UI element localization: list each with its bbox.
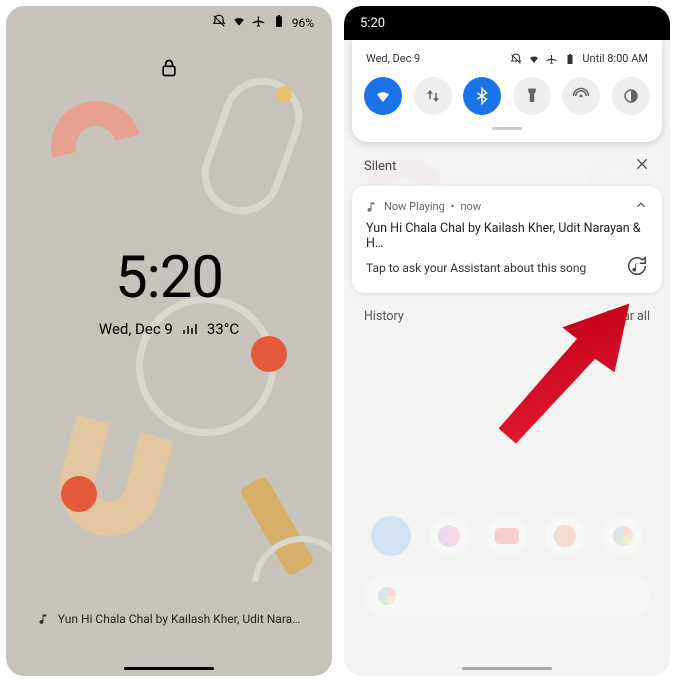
history-button[interactable]: History — [364, 309, 404, 324]
now-playing-text: Yun Hi Chala Chal by Kailash Kher, Udit … — [58, 612, 300, 626]
notif-separator: • — [451, 200, 455, 213]
dnd-icon — [510, 53, 522, 65]
now-playing-chip[interactable]: Yun Hi Chala Chal by Kailash Kher, Udit … — [6, 612, 332, 626]
wifi-toggle[interactable] — [364, 77, 402, 115]
status-bar: 96% — [6, 14, 332, 31]
mobile-data-toggle[interactable] — [414, 77, 452, 115]
clock-time: 5:20 — [115, 244, 223, 312]
temperature: 33°C — [207, 320, 239, 338]
music-note-icon — [38, 613, 50, 625]
panel-drag-handle[interactable] — [492, 127, 522, 130]
home-indicator[interactable] — [124, 667, 214, 670]
weather-icon — [183, 324, 197, 334]
battery-icon — [564, 53, 576, 65]
wifi-icon — [528, 53, 540, 65]
date-label: Wed, Dec 9 — [99, 320, 173, 338]
status-bar: 5:20 — [344, 6, 670, 40]
assistant-song-search-button[interactable] — [626, 255, 648, 281]
silent-close-button[interactable] — [634, 156, 650, 176]
qs-alarm: Until 8:00 AM — [582, 52, 648, 65]
lock-icon[interactable] — [159, 56, 179, 84]
qs-date: Wed, Dec 9 — [366, 52, 420, 65]
silent-section-header: Silent — [364, 159, 396, 174]
airplane-icon — [252, 14, 266, 31]
battery-percent: 96% — [292, 16, 314, 30]
battery-icon — [272, 14, 286, 31]
dark-mode-toggle[interactable] — [612, 77, 650, 115]
lock-screen: 96% 5:20 Wed, Dec 9 33°C Yun Hi Chala Ch… — [6, 6, 332, 676]
notif-time: now — [460, 200, 481, 213]
bluetooth-toggle[interactable] — [463, 77, 501, 115]
airplane-icon — [546, 53, 558, 65]
clear-all-button[interactable]: Clear all — [605, 309, 650, 324]
status-time: 5:20 — [360, 16, 385, 31]
now-playing-notification[interactable]: Now Playing • now Yun Hi Chala Chal by K… — [352, 186, 662, 293]
hotspot-toggle[interactable] — [562, 77, 600, 115]
music-note-icon — [366, 201, 378, 213]
wifi-icon — [232, 14, 246, 31]
collapse-button[interactable] — [634, 198, 648, 215]
dnd-icon — [212, 14, 226, 31]
notif-app-name: Now Playing — [384, 200, 445, 213]
notification-shade-screen: 5:20 Wed, Dec 9 Until 8:00 AM — [344, 6, 670, 676]
flashlight-toggle[interactable] — [513, 77, 551, 115]
quick-settings-panel: Wed, Dec 9 Until 8:00 AM — [352, 40, 662, 142]
notif-title: Yun Hi Chala Chal by Kailash Kher, Udit … — [366, 221, 648, 251]
home-indicator[interactable] — [462, 667, 552, 670]
notif-subtitle: Tap to ask your Assistant about this son… — [366, 261, 616, 275]
